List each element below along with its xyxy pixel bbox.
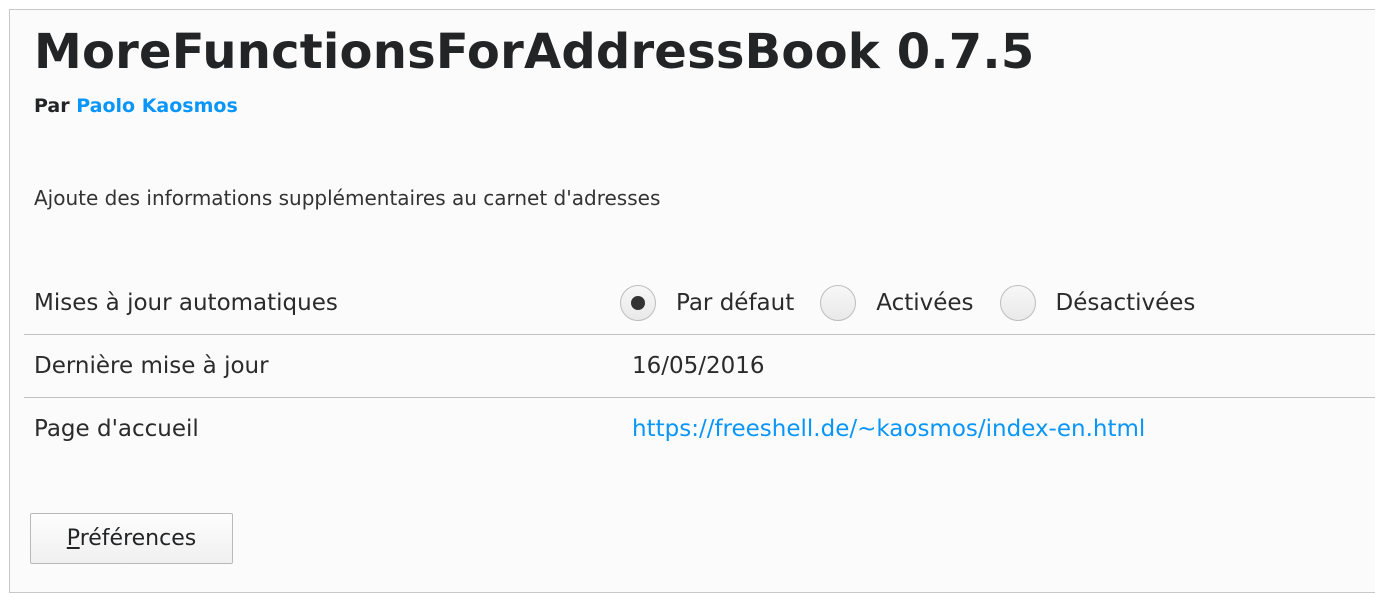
by-label: Par xyxy=(34,95,70,117)
radio-disabled-circle[interactable] xyxy=(999,285,1036,321)
radio-disabled[interactable]: Désactivées xyxy=(999,285,1196,321)
last-update-label: Dernière mise à jour xyxy=(34,353,269,379)
radio-enabled[interactable]: Activées xyxy=(820,285,974,321)
preferences-button[interactable]: Préférences xyxy=(30,513,233,564)
radio-disabled-label[interactable]: Désactivées xyxy=(1056,290,1196,316)
homepage-value: https://freeshell.de/~kaosmos/index-en.h… xyxy=(632,398,1145,460)
homepage-link[interactable]: https://freeshell.de/~kaosmos/index-en.h… xyxy=(632,416,1145,442)
preferences-accesskey: P xyxy=(66,526,80,551)
radio-default-circle[interactable] xyxy=(620,285,656,321)
addon-byline: Par Paolo Kaosmos xyxy=(34,92,238,120)
radio-enabled-circle[interactable] xyxy=(820,285,857,321)
addon-description: Ajoute des informations supplémentaires … xyxy=(34,186,661,210)
last-update-value: 16/05/2016 xyxy=(632,353,765,379)
preferences-label: références xyxy=(79,526,197,551)
author-link[interactable]: Paolo Kaosmos xyxy=(76,95,238,117)
homepage-label: Page d'accueil xyxy=(34,416,199,442)
radio-enabled-label[interactable]: Activées xyxy=(876,290,973,316)
radio-default-label[interactable]: Par défaut xyxy=(676,290,794,316)
row-homepage: Page d'accueil https://freeshell.de/~kao… xyxy=(24,398,1375,460)
radio-selected-dot-icon xyxy=(631,296,645,310)
auto-updates-label: Mises à jour automatiques xyxy=(34,290,338,316)
addon-title: MoreFunctionsForAddressBook 0.7.5 xyxy=(34,24,1035,80)
addon-details-panel: MoreFunctionsForAddressBook 0.7.5 Par Pa… xyxy=(9,9,1375,593)
row-auto-updates: Mises à jour automatiques Par défaut Act… xyxy=(24,272,1375,335)
row-last-update: Dernière mise à jour 16/05/2016 xyxy=(24,335,1375,398)
auto-updates-radio-group: Par défaut Activées Désactivées xyxy=(620,272,1221,334)
radio-default[interactable]: Par défaut xyxy=(620,285,794,321)
